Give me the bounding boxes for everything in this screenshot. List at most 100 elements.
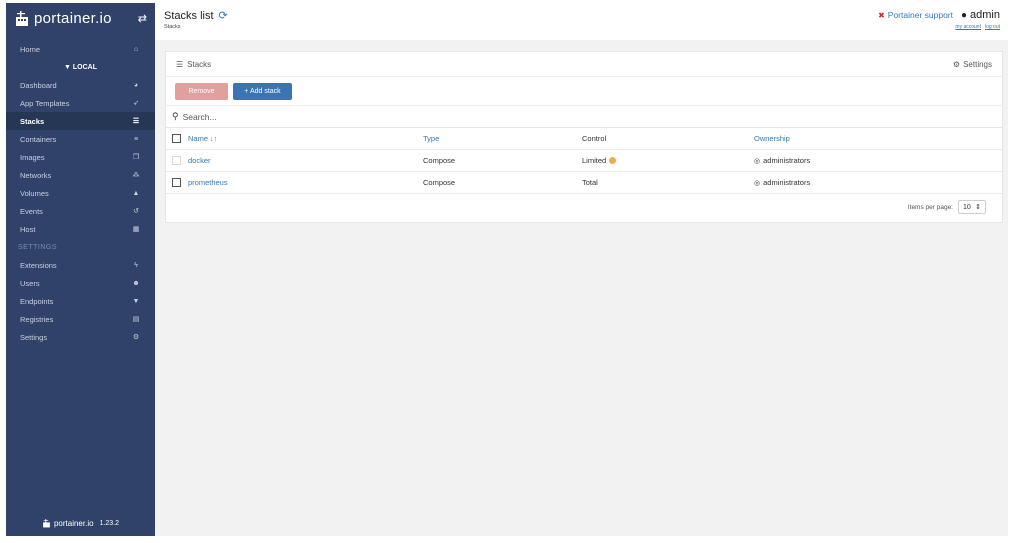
row-checkbox — [172, 156, 181, 165]
brand-name[interactable]: portainer.io — [34, 10, 138, 27]
page-title-text: Stacks list — [164, 9, 214, 22]
sidebar-item-label: Networks — [20, 170, 52, 180]
stack-control: Total — [582, 178, 754, 187]
brand: portainer.io ⇄ — [6, 3, 155, 34]
control-label: Total — [582, 178, 598, 187]
panel-header: ☰ Stacks ⚙ Settings — [166, 52, 1002, 77]
sidebar-item-endpoints[interactable]: Endpoints ▼ — [6, 292, 155, 310]
endpoint-label: ▼ LOCAL — [64, 63, 97, 71]
user-circle-icon: ● — [960, 9, 968, 21]
sidebar-item-label: Endpoints — [20, 296, 54, 306]
portainer-logo-icon — [43, 518, 50, 527]
sidebar-item-volumes[interactable]: Volumes ▲ — [6, 184, 155, 202]
stack-name-link[interactable]: docker — [188, 156, 211, 165]
stack-ownership: ◎ administrators — [754, 178, 994, 187]
sort-icon: ↓↑ — [210, 136, 218, 143]
sidebar-item-registries[interactable]: Registries ▤ — [6, 310, 155, 328]
sidebar-item-label: Settings — [20, 332, 48, 342]
ownership-label: administrators — [763, 156, 811, 165]
remove-button[interactable]: Remove — [175, 82, 228, 100]
table-settings-button[interactable]: ⚙ Settings — [953, 60, 992, 69]
search-input[interactable] — [182, 111, 483, 122]
cogs-icon: ⚙ — [132, 334, 140, 341]
sidebar-item-networks[interactable]: Networks ⁂ — [6, 166, 155, 184]
panel-title: Stacks — [187, 59, 212, 69]
column-type[interactable]: Type — [423, 134, 582, 143]
actions-bar: Remove + Add stack — [166, 77, 1002, 106]
sidebar-item-host[interactable]: Host ▦ — [6, 220, 155, 238]
settings-section-header: SETTINGS — [18, 243, 58, 251]
sidebar-item-events[interactable]: Events ↺ — [6, 202, 155, 220]
search-bar: ⚲ — [166, 106, 1002, 128]
sidebar-item-home[interactable]: Home ⌂ — [6, 40, 155, 58]
sidebar-item-stacks[interactable]: Stacks ☰ — [6, 112, 155, 130]
add-stack-button[interactable]: + Add stack — [233, 82, 292, 100]
column-control: Control — [582, 134, 607, 143]
portainer-logo-icon — [16, 10, 28, 26]
page-title: Stacks list ⟳ — [164, 9, 228, 23]
sidebar-item-containers[interactable]: Containers ≡ — [6, 130, 155, 148]
sidebar: portainer.io ⇄ Home ⌂ ▼ LOCAL Dashboard … — [6, 3, 155, 536]
sidebar-item-users[interactable]: Users ☻ — [6, 274, 155, 292]
sidebar-item-label: Host — [20, 224, 36, 234]
tachometer-icon: ◕ — [133, 81, 139, 89]
sidebar-item-settings[interactable]: Settings ⚙ — [6, 328, 155, 346]
items-per-page-select[interactable]: 10 ⇕ — [958, 200, 986, 214]
swap-toggle-icon[interactable]: ⇄ — [138, 12, 147, 25]
stack-type: Compose — [423, 178, 456, 187]
stack-type: Compose — [423, 156, 456, 165]
sidebar-item-label: Images — [20, 152, 45, 162]
warning-icon — [609, 157, 617, 164]
sitemap-icon: ⁂ — [132, 172, 140, 179]
support-link[interactable]: Portainer support — [888, 10, 953, 20]
sidebar-item-label: Containers — [20, 134, 57, 144]
select-all-checkbox[interactable] — [172, 134, 181, 143]
eye-slash-icon: ◎ — [754, 179, 761, 187]
sidebar-item-label: Home — [20, 44, 41, 54]
database-icon: ▤ — [132, 316, 140, 323]
stack-name-link[interactable]: prometheus — [188, 178, 228, 187]
sidebar-item-dashboard[interactable]: Dashboard ◕ — [6, 76, 155, 94]
support-icon: ✖ — [878, 10, 885, 20]
table-header: Name ↓↑ Type Control Ownership — [166, 128, 1002, 150]
users-icon: ☻ — [132, 279, 140, 287]
control-label: Limited — [582, 156, 607, 165]
refresh-icon[interactable]: ⟳ — [219, 9, 228, 22]
th-list-icon: ☰ — [132, 118, 140, 125]
sidebar-item-label: Extensions — [20, 260, 57, 270]
th-list-icon: ☰ — [176, 59, 184, 69]
clone-icon: ❐ — [132, 154, 140, 161]
table-row: docker Compose Limited ◎ administrators — [166, 150, 1002, 172]
rocket-icon: ➶ — [133, 100, 139, 107]
th-icon: ▦ — [132, 226, 140, 233]
table-row: prometheus Compose Total ◎ administrator… — [166, 172, 1002, 194]
history-icon: ↺ — [133, 208, 139, 215]
bolt-icon: ϟ — [134, 261, 138, 269]
eye-slash-icon: ◎ — [754, 157, 761, 165]
pagination: Items per page: 10 ⇕ — [908, 200, 986, 214]
sidebar-item-extensions[interactable]: Extensions ϟ — [6, 256, 155, 274]
sidebar-item-app-templates[interactable]: App Templates ➶ — [6, 94, 155, 112]
log-out-link[interactable]: log out — [985, 24, 1000, 30]
select-arrows-icon: ⇕ — [975, 204, 981, 211]
sidebar-item-label: Events — [20, 206, 43, 216]
endpoint-local: ▼ LOCAL — [6, 58, 155, 76]
plug-icon: ▼ — [132, 297, 140, 305]
sidebar-item-label: Volumes — [20, 188, 49, 198]
column-ownership[interactable]: Ownership — [754, 134, 994, 143]
sidebar-item-label: Stacks — [20, 116, 45, 126]
stacks-panel: ☰ Stacks ⚙ Settings Remove + Add stack ⚲… — [165, 51, 1003, 223]
sidebar-item-images[interactable]: Images ❐ — [6, 148, 155, 166]
sidebar-footer: portainer.io 1.23.2 — [6, 514, 155, 532]
sidebar-item-label: App Templates — [20, 98, 70, 108]
stack-ownership: ◎ administrators — [754, 156, 994, 165]
topbar: Stacks list ⟳ Stacks ✖ Portainer support… — [155, 3, 1008, 40]
cog-icon: ⚙ — [952, 59, 961, 69]
row-checkbox[interactable] — [172, 178, 181, 187]
items-per-page-value: 10 — [963, 203, 971, 211]
my-account-link[interactable]: my account — [955, 24, 981, 30]
home-icon: ⌂ — [133, 45, 139, 53]
footer-brand: portainer.io — [53, 518, 94, 528]
breadcrumb: Stacks — [164, 24, 181, 30]
column-name[interactable]: Name ↓↑ — [188, 134, 423, 143]
